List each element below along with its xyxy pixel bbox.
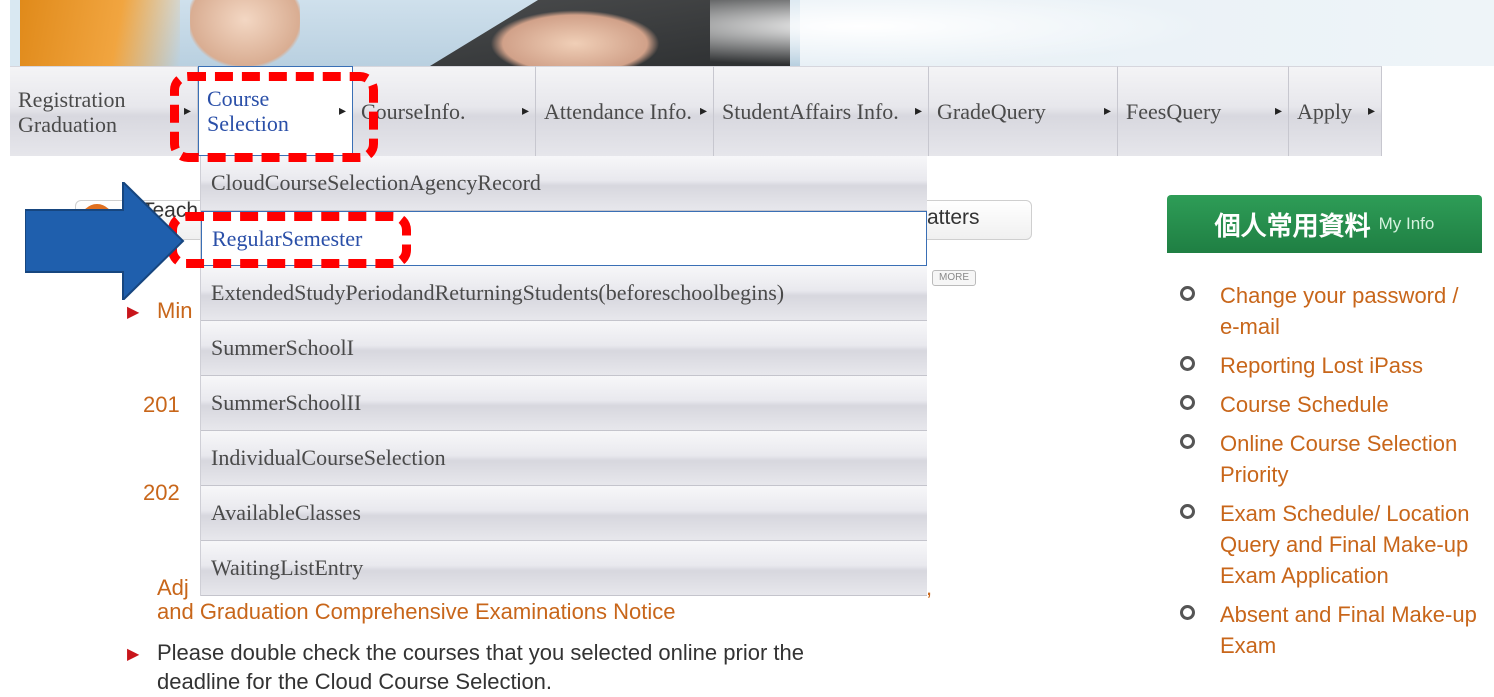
menu-label: CourseInfo. — [361, 99, 466, 124]
submenu-arrow-icon: ▸ — [1103, 104, 1111, 119]
my-info-link[interactable]: Course Schedule — [1220, 392, 1389, 417]
annotation-arrow-icon — [25, 182, 185, 300]
news-link[interactable]: Min — [157, 296, 192, 326]
submenu-arrow-icon: ▸ — [1367, 104, 1375, 119]
bullet-circle-icon — [1180, 356, 1195, 371]
annotation-dashed-box-course-selection — [170, 72, 378, 162]
annotation-dashed-box-regular-semester — [168, 212, 411, 268]
my-info-link[interactable]: Reporting Lost iPass — [1220, 353, 1423, 378]
menu-course-info[interactable]: CourseInfo. ▸ — [353, 66, 536, 156]
submenu-arrow-icon: ▸ — [1274, 104, 1282, 119]
menu-label: Attendance Info. — [544, 99, 692, 124]
submenu-item-summer-school-1[interactable]: SummerSchoolI — [201, 321, 927, 376]
submenu-item-extended-study[interactable]: ExtendedStudyPeriodandReturningStudents(… — [201, 266, 927, 321]
submenu-item-summer-school-2[interactable]: SummerSchoolII — [201, 376, 927, 431]
my-info-item[interactable]: Course Schedule — [1180, 389, 1480, 420]
submenu-item-waiting-list[interactable]: WaitingListEntry — [201, 541, 927, 596]
my-info-subtitle: My Info — [1378, 214, 1435, 233]
menu-attendance-info[interactable]: Attendance Info. ▸ — [536, 66, 714, 156]
more-button[interactable]: MORE — [932, 270, 976, 286]
my-info-link[interactable]: Change your password / e-mail — [1220, 283, 1458, 339]
bullet-circle-icon — [1180, 504, 1195, 519]
menu-label: FeesQuery — [1126, 99, 1222, 124]
my-info-list: Change your password / e-mail Reporting … — [1180, 280, 1480, 669]
menu-fees-query[interactable]: FeesQuery ▸ — [1118, 66, 1289, 156]
menu-label: StudentAffairs Info. — [722, 99, 899, 124]
my-info-link[interactable]: Exam Schedule/ Location Query and Final … — [1220, 501, 1470, 588]
bullet-circle-icon — [1180, 286, 1195, 301]
tab-matters[interactable]: atters — [927, 206, 980, 230]
submenu-arrow-icon: ▸ — [699, 104, 707, 119]
menu-apply[interactable]: Apply ▸ — [1289, 66, 1382, 156]
news-text: deadline for the Cloud Course Selection. — [157, 669, 553, 694]
my-info-header: 個人常用資料 My Info — [1167, 195, 1482, 253]
menu-label: GradeQuery — [937, 99, 1046, 124]
bullet-circle-icon — [1180, 434, 1195, 449]
my-info-item[interactable]: Change your password / e-mail — [1180, 280, 1480, 342]
submenu-arrow-icon: ▸ — [914, 104, 922, 119]
bullet-circle-icon — [1180, 605, 1195, 620]
menu-label: Registration Graduation — [18, 86, 126, 137]
my-info-link[interactable]: Online Course Selection Priority — [1220, 431, 1457, 487]
header-banner-image — [10, 0, 1494, 66]
submenu-arrow-icon: ▸ — [521, 104, 529, 119]
news-link[interactable]: 202 — [143, 478, 180, 508]
my-info-title: 個人常用資料 — [1214, 210, 1371, 241]
my-info-item[interactable]: Absent and Final Make-up Exam — [1180, 599, 1480, 661]
bullet-triangle-icon: ▶ — [127, 646, 140, 663]
my-info-item[interactable]: Reporting Lost iPass — [1180, 350, 1480, 381]
news-link[interactable]: 201 — [143, 390, 180, 420]
menu-student-affairs-info[interactable]: StudentAffairs Info. ▸ — [714, 66, 929, 156]
my-info-item[interactable]: Online Course Selection Priority — [1180, 428, 1480, 490]
submenu-item-available-classes[interactable]: AvailableClasses — [201, 486, 927, 541]
menu-grade-query[interactable]: GradeQuery ▸ — [929, 66, 1118, 156]
bullet-triangle-icon: ▶ — [127, 304, 140, 321]
submenu-item-cloud-agency-record[interactable]: CloudCourseSelectionAgencyRecord — [201, 156, 927, 211]
submenu-item-individual-selection[interactable]: IndividualCourseSelection — [201, 431, 927, 486]
my-info-item[interactable]: Exam Schedule/ Location Query and Final … — [1180, 498, 1480, 591]
my-info-link[interactable]: Absent and Final Make-up Exam — [1220, 602, 1477, 658]
bullet-circle-icon — [1180, 395, 1195, 410]
news-link[interactable]: and Graduation Comprehensive Examination… — [157, 597, 676, 627]
menu-label: Apply — [1297, 99, 1352, 124]
news-text: Please double check the courses that you… — [157, 640, 804, 665]
